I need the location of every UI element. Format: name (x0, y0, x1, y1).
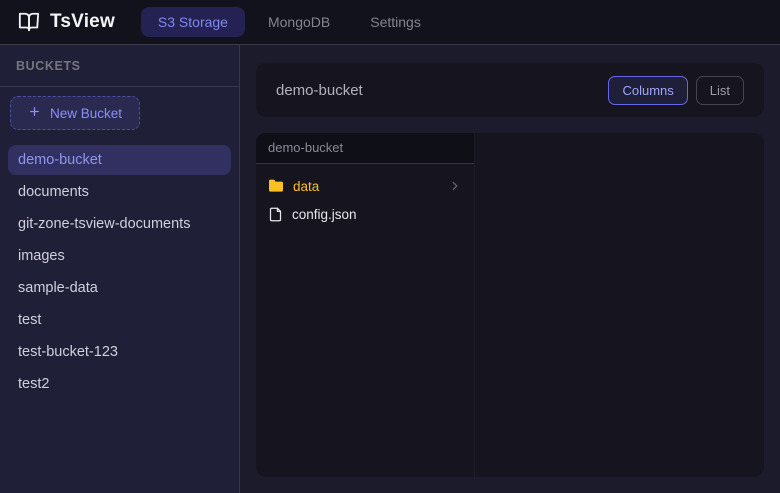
columns-view-button[interactable]: Columns (608, 76, 687, 105)
bucket-item-images[interactable]: images (8, 241, 231, 271)
tab-s3-storage[interactable]: S3 Storage (141, 7, 245, 37)
bucket-item-test-bucket-123[interactable]: test-bucket-123 (8, 337, 231, 367)
app-header: TsView S3 Storage MongoDB Settings (0, 0, 780, 45)
entry-config-json-file[interactable]: config.json (256, 200, 474, 228)
chevron-right-icon (448, 179, 462, 193)
plus-icon (28, 105, 41, 121)
entry-label: config.json (292, 207, 357, 222)
header-tabs: S3 Storage MongoDB Settings (141, 7, 438, 37)
app-logo: TsView (18, 11, 115, 33)
bucket-title: demo-bucket (276, 82, 363, 99)
list-view-button[interactable]: List (696, 76, 744, 105)
bucket-item-git-zone-tsview-documents[interactable]: git-zone-tsview-documents (8, 209, 231, 239)
file-browser-panel: demo-bucket data (256, 133, 764, 477)
bucket-item-documents[interactable]: documents (8, 177, 231, 207)
folder-icon (268, 178, 284, 194)
column-entries: data (256, 164, 474, 228)
bucket-item-demo-bucket[interactable]: demo-bucket (8, 145, 231, 175)
tab-settings[interactable]: Settings (353, 7, 438, 37)
bucket-item-test2[interactable]: test2 (8, 369, 231, 399)
tab-mongodb[interactable]: MongoDB (251, 7, 347, 37)
bucket-item-test[interactable]: test (8, 305, 231, 335)
bucket-list: demo-bucket documents git-zone-tsview-do… (0, 130, 239, 401)
book-open-icon (18, 11, 40, 33)
entry-label: data (293, 179, 319, 194)
entry-data-folder[interactable]: data (256, 172, 474, 200)
bucket-item-sample-data[interactable]: sample-data (8, 273, 231, 303)
buckets-section-label: BUCKETS (16, 59, 81, 73)
main-area: demo-bucket Columns List demo-bucket da (240, 45, 780, 493)
file-icon (268, 207, 283, 222)
sidebar-section-head: BUCKETS (0, 45, 239, 87)
column-header: demo-bucket (256, 133, 474, 164)
bucket-toolbar: demo-bucket Columns List (256, 63, 764, 117)
miller-column-demo-bucket: demo-bucket data (256, 133, 475, 477)
new-bucket-button[interactable]: New Bucket (10, 96, 140, 130)
new-bucket-label: New Bucket (50, 106, 122, 121)
app-title: TsView (50, 11, 115, 33)
view-mode-buttons: Columns List (608, 76, 744, 105)
buckets-sidebar: BUCKETS New Bucket demo-bucket documents… (0, 45, 240, 493)
